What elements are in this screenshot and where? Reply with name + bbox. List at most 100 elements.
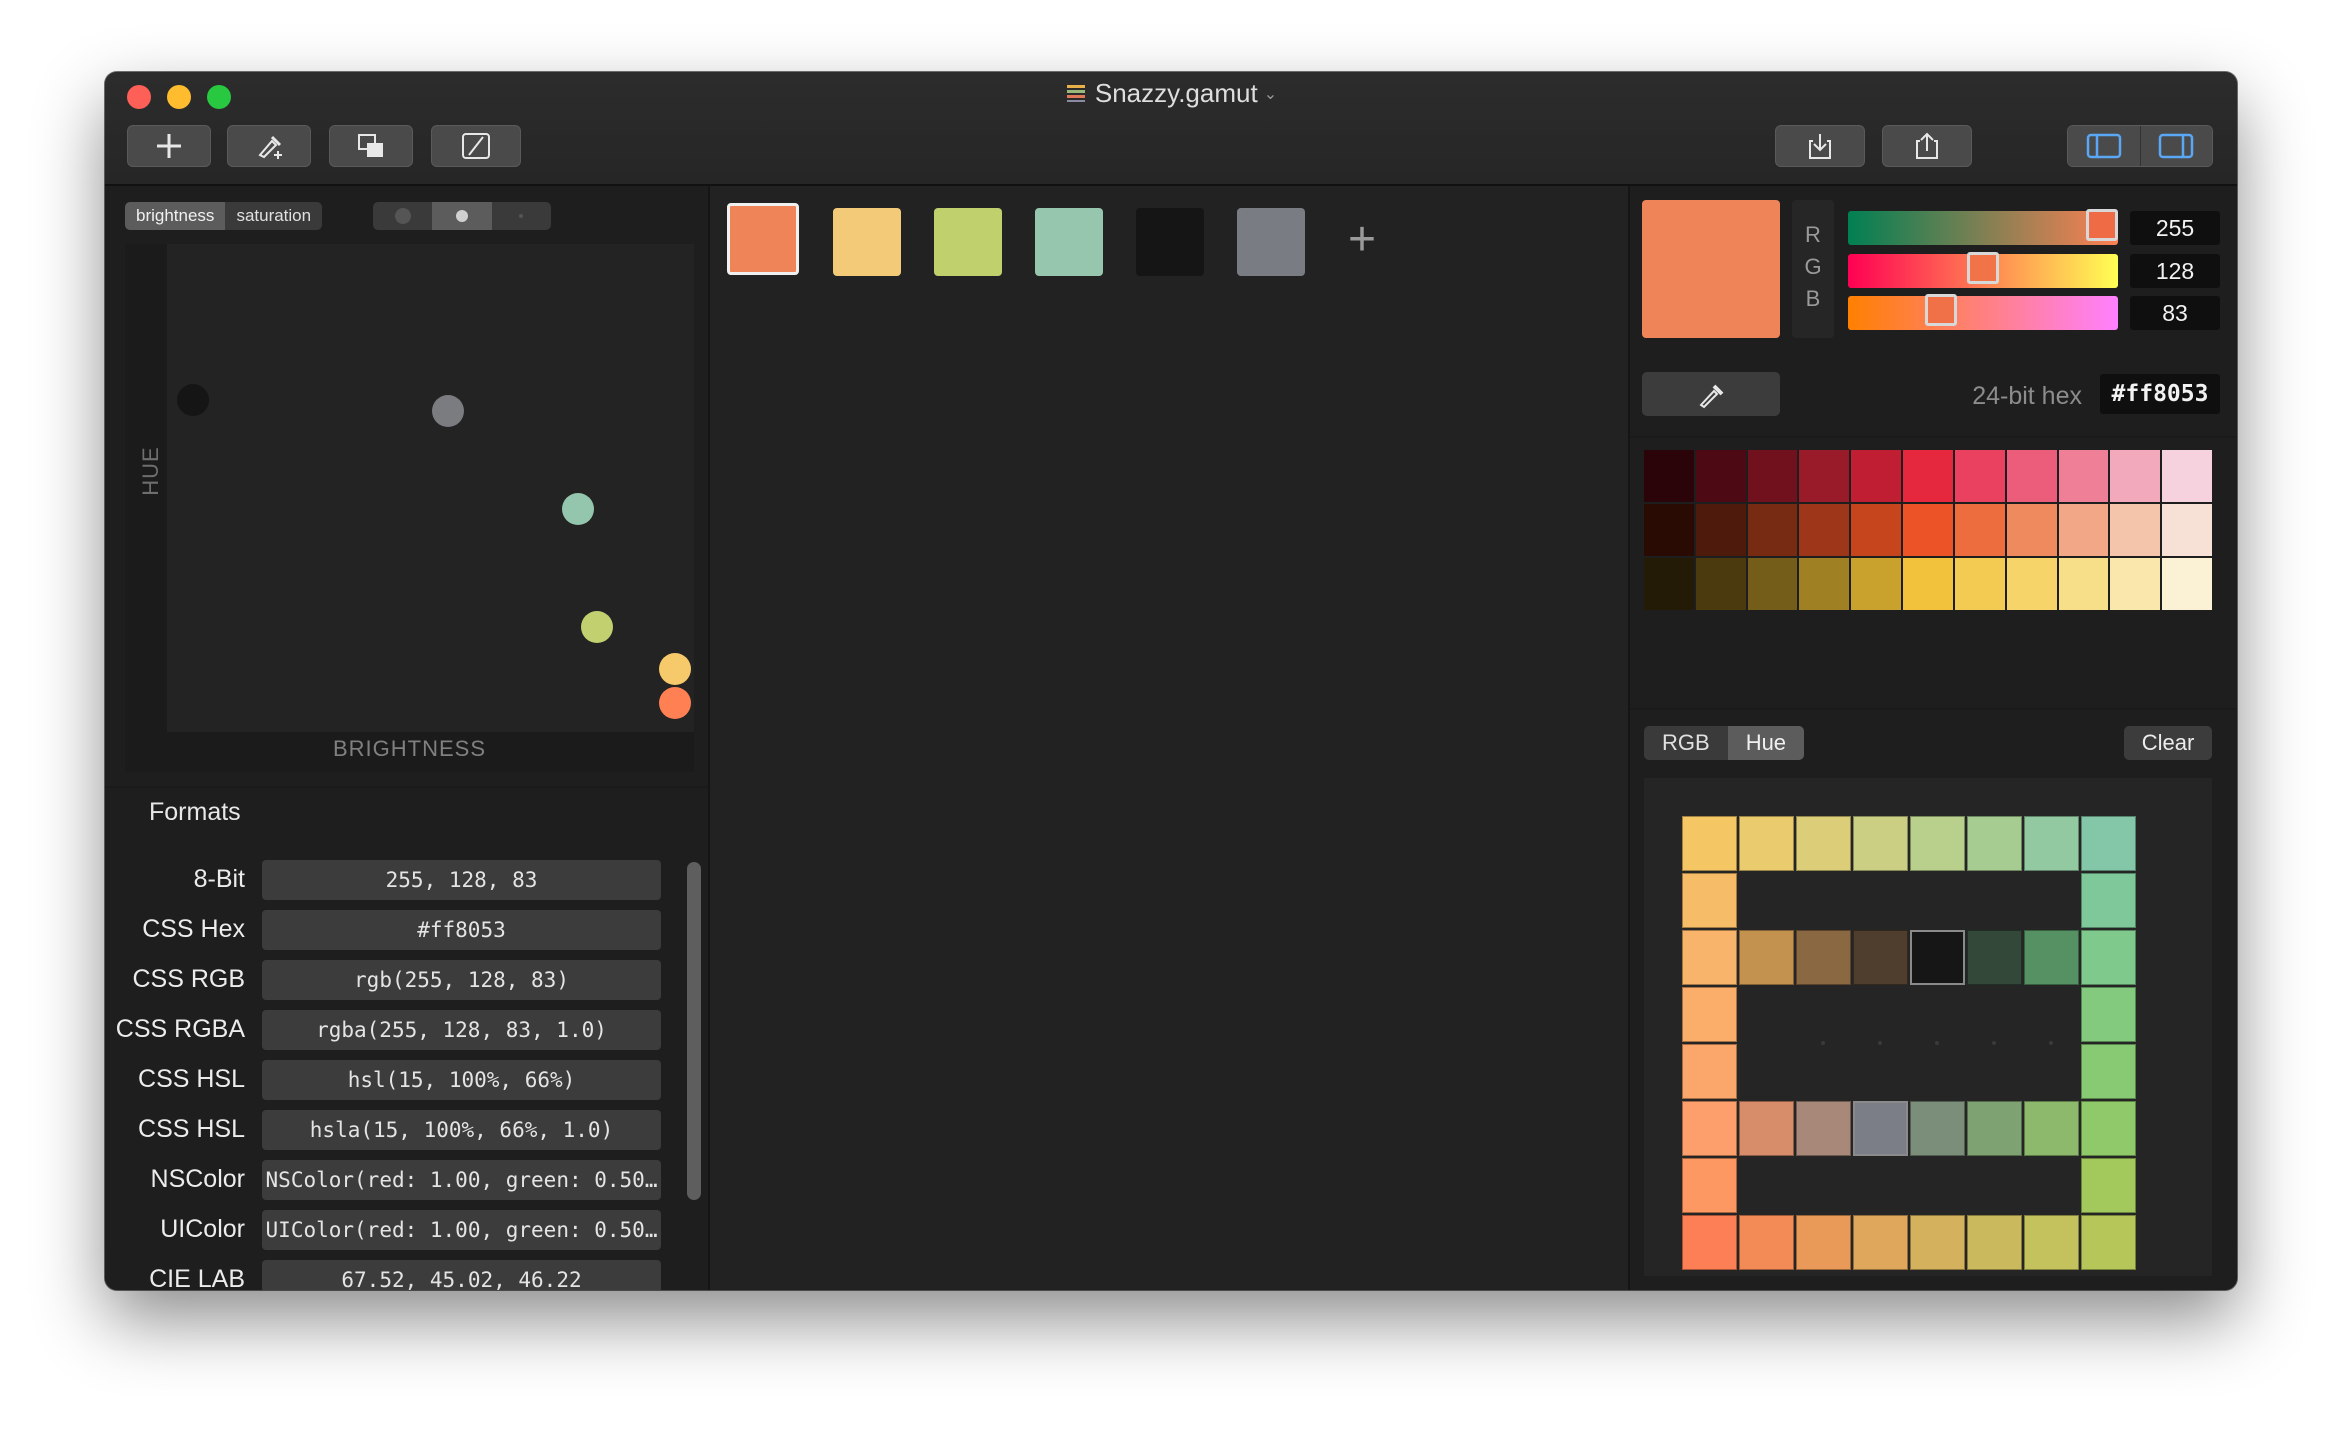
color-swatch[interactable]: [934, 208, 1002, 276]
dot-size-medium-button[interactable]: [432, 202, 492, 230]
palette-color-cell[interactable]: [1747, 558, 1798, 610]
palette-color-cell[interactable]: [2058, 504, 2109, 556]
palette-color-cell[interactable]: [1851, 450, 1902, 502]
gamut-color-cell[interactable]: [2024, 1215, 2079, 1270]
gamut-color-cell[interactable]: [2081, 987, 2136, 1042]
plot-point[interactable]: [581, 611, 613, 643]
palette-color-cell[interactable]: [1695, 558, 1746, 610]
gamut-color-cell[interactable]: [2081, 1101, 2136, 1156]
gamut-color-cell[interactable]: [1682, 1101, 1737, 1156]
gamut-color-cell[interactable]: [1910, 816, 1965, 871]
gamut-color-cell[interactable]: [1739, 1215, 1794, 1270]
palette-color-cell[interactable]: [1695, 504, 1746, 556]
color-swatch[interactable]: [1136, 208, 1204, 276]
tab-brightness[interactable]: brightness: [125, 202, 226, 230]
blue-slider[interactable]: [1848, 294, 2118, 330]
gamut-color-cell[interactable]: [1910, 1101, 1965, 1156]
gamut-color-cell[interactable]: [2024, 816, 2079, 871]
gamut-color-cell[interactable]: [1682, 1215, 1737, 1270]
red-value-field[interactable]: 255: [2130, 211, 2220, 245]
toggle-right-panel-button[interactable]: [2139, 126, 2212, 166]
palette-color-cell[interactable]: [1851, 504, 1902, 556]
plot-point[interactable]: [432, 395, 464, 427]
gamut-color-cell[interactable]: [1682, 930, 1737, 985]
gamut-color-cell[interactable]: [2081, 1044, 2136, 1099]
palette-color-cell[interactable]: [1799, 450, 1850, 502]
title-menu-caret-icon[interactable]: ⌄: [1264, 86, 1277, 103]
palette-color-cell[interactable]: [1644, 450, 1694, 502]
tab-hue[interactable]: Hue: [1727, 726, 1805, 760]
format-value-field[interactable]: rgba(255, 128, 83, 1.0): [262, 1010, 661, 1050]
gamut-color-cell[interactable]: [1796, 930, 1851, 985]
gamut-color-cell[interactable]: [1853, 816, 1908, 871]
color-swatch[interactable]: [727, 203, 799, 275]
palette-color-cell[interactable]: [1747, 504, 1798, 556]
gamut-color-cell[interactable]: [1739, 930, 1794, 985]
edit-color-button[interactable]: [431, 125, 521, 167]
palette-color-cell[interactable]: [1954, 504, 2005, 556]
palette-color-cell[interactable]: [1695, 450, 1746, 502]
gamut-color-cell[interactable]: [1967, 816, 2022, 871]
format-value-field[interactable]: hsl(15, 100%, 66%): [262, 1060, 661, 1100]
palette-color-cell[interactable]: [1903, 450, 1953, 502]
red-slider-knob[interactable]: [2086, 209, 2118, 241]
palette-color-cell[interactable]: [2162, 558, 2212, 610]
gamut-color-cell[interactable]: [1796, 1215, 1851, 1270]
gamut-color-cell[interactable]: [1796, 1101, 1851, 1156]
palette-color-cell[interactable]: [1799, 504, 1850, 556]
palette-color-cell[interactable]: [2162, 450, 2212, 502]
color-swatch[interactable]: [1237, 208, 1305, 276]
gamut-color-cell[interactable]: [1853, 1101, 1908, 1156]
red-slider[interactable]: [1848, 209, 2118, 245]
palette-color-cell[interactable]: [2058, 450, 2109, 502]
format-value-field[interactable]: NSColor(red: 1.00, green: 0.50…: [262, 1160, 661, 1200]
green-slider-knob[interactable]: [1967, 252, 1999, 284]
palette-color-cell[interactable]: [2110, 558, 2161, 610]
format-value-field[interactable]: 255, 128, 83: [262, 860, 661, 900]
green-slider[interactable]: [1848, 252, 2118, 288]
gamut-color-cell[interactable]: [1682, 873, 1737, 928]
palette-color-cell[interactable]: [1903, 504, 1953, 556]
hex-value-field[interactable]: #ff8053: [2100, 374, 2220, 414]
gamut-color-cell[interactable]: [1910, 1215, 1965, 1270]
blue-slider-knob[interactable]: [1925, 294, 1957, 326]
gamut-color-cell[interactable]: [2081, 873, 2136, 928]
gamut-color-cell[interactable]: [1682, 1158, 1737, 1213]
gamut-color-cell[interactable]: [1967, 1101, 2022, 1156]
gamut-color-cell[interactable]: [1739, 816, 1794, 871]
gamut-color-cell[interactable]: [2081, 816, 2136, 871]
gamut-color-cell[interactable]: [2081, 1215, 2136, 1270]
format-value-field[interactable]: 67.52, 45.02, 46.22: [262, 1260, 661, 1290]
export-button[interactable]: [1882, 125, 1972, 167]
hue-brightness-plot[interactable]: HUE BRIGHTNESS: [125, 244, 694, 772]
duplicate-color-button[interactable]: [329, 125, 413, 167]
gamut-color-cell[interactable]: [2081, 1158, 2136, 1213]
palette-color-cell[interactable]: [2058, 558, 2109, 610]
plot-point[interactable]: [562, 493, 594, 525]
palette-color-cell[interactable]: [2162, 504, 2212, 556]
format-value-field[interactable]: rgb(255, 128, 83): [262, 960, 661, 1000]
gamut-color-cell[interactable]: [2024, 930, 2079, 985]
gamut-color-cell[interactable]: [1910, 930, 1965, 985]
palette-color-cell[interactable]: [1851, 558, 1902, 610]
formats-scrollbar[interactable]: [687, 862, 701, 1200]
palette-color-cell[interactable]: [1644, 504, 1694, 556]
palette-color-cell[interactable]: [1747, 450, 1798, 502]
palette-color-cell[interactable]: [1954, 558, 2005, 610]
palette-color-cell[interactable]: [2110, 504, 2161, 556]
palette-color-cell[interactable]: [2006, 558, 2057, 610]
gamut-color-cell[interactable]: [1682, 1044, 1737, 1099]
format-value-field[interactable]: hsla(15, 100%, 66%, 1.0): [262, 1110, 661, 1150]
clear-button[interactable]: Clear: [2124, 726, 2212, 760]
color-swatch[interactable]: [1035, 208, 1103, 276]
green-value-field[interactable]: 128: [2130, 254, 2220, 288]
gamut-color-cell[interactable]: [1796, 816, 1851, 871]
import-button[interactable]: [1775, 125, 1865, 167]
palette-color-cell[interactable]: [1903, 558, 1953, 610]
tab-rgb[interactable]: RGB: [1644, 726, 1728, 760]
plot-point[interactable]: [659, 687, 691, 719]
palette-color-cell[interactable]: [1954, 450, 2005, 502]
add-swatch-button[interactable]: +: [1348, 216, 1376, 264]
palette-color-cell[interactable]: [2006, 450, 2057, 502]
tab-saturation[interactable]: saturation: [225, 202, 323, 230]
